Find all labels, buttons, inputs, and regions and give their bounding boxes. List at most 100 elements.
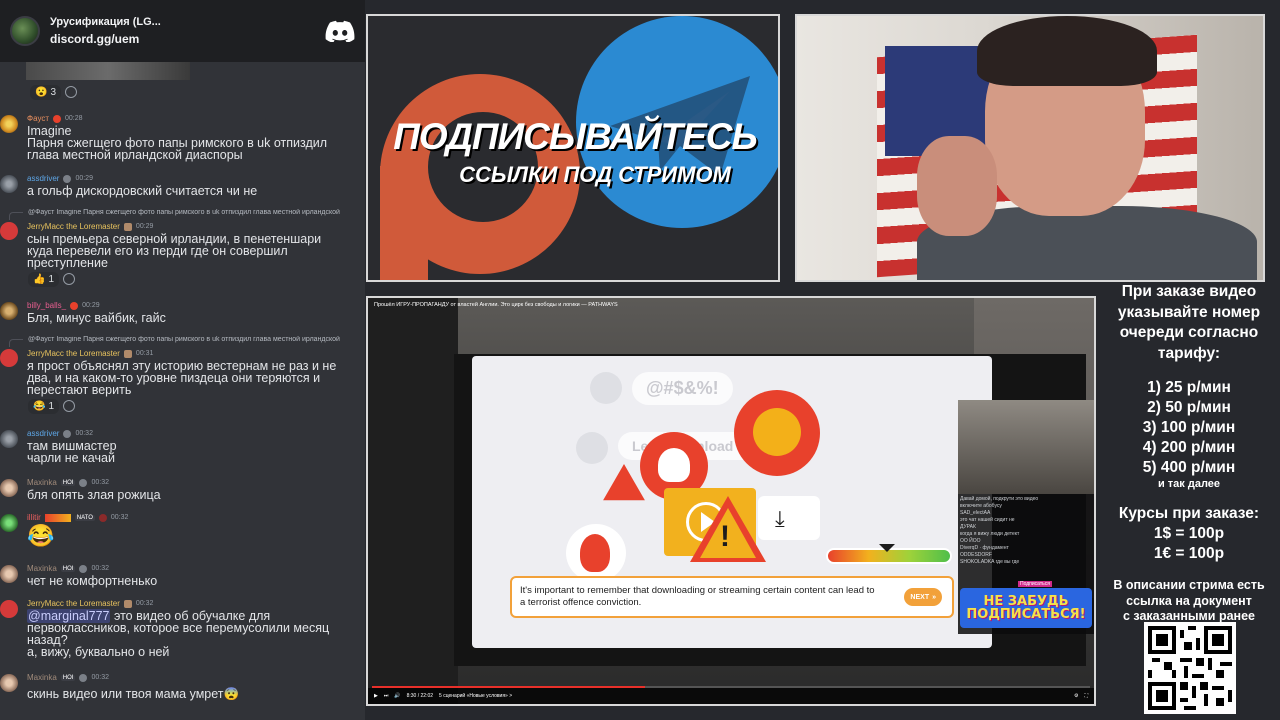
chapter-label[interactable]: 5 сценарий «Новые условия» > xyxy=(439,693,512,699)
reaction-pill[interactable]: 👍 1 xyxy=(28,271,60,287)
user-avatar[interactable] xyxy=(0,600,18,618)
banner-subtitle: ССЫЛКИ ПОД СТРИМОМ xyxy=(459,162,731,187)
message-line: первоклассников, которое все перемусолил… xyxy=(27,621,330,635)
double-arrow-icon: » xyxy=(932,593,936,601)
role-badge-icon xyxy=(123,349,132,358)
download-bubble xyxy=(758,496,820,540)
timestamp: 00:32 xyxy=(110,514,129,521)
username[interactable]: JerryMacc the Loremaster xyxy=(27,599,120,608)
reply-preview[interactable]: @Фауст Imagine Парня сжегщего фото папы … xyxy=(28,336,363,343)
reply-preview[interactable]: @Фауст Imagine Парня сжегщего фото папы … xyxy=(28,209,363,216)
role-badge-icon xyxy=(79,673,88,682)
reaction-emoji: 😮 xyxy=(35,86,48,98)
tariff-etc: и так далее xyxy=(1157,478,1221,490)
reaction-pill[interactable]: 😮 3 xyxy=(30,84,62,100)
video-controls: ▶ ⏭ 🔊 8:30 / 22:02 5 сценарий «Новые усл… xyxy=(368,688,1094,704)
timestamp: 00:29 xyxy=(135,223,154,230)
mini-chat-line: когда я вижу люди детект xyxy=(960,531,1020,537)
role-badge-icon xyxy=(63,429,72,438)
user-avatar[interactable] xyxy=(0,349,18,367)
message-line: скинь видео или твоя мама умрет😨 xyxy=(27,687,240,701)
reaction-row: 😮 3 xyxy=(30,84,78,100)
qr-code[interactable] xyxy=(1144,622,1236,714)
video-player[interactable]: Прошёл ИГРУ-ПРОПАГАНДУ от властей Англии… xyxy=(366,296,1096,706)
streamer-hand xyxy=(917,136,997,236)
tariff-item: 3) 100 р/мин xyxy=(1142,419,1236,436)
role-badge-icon xyxy=(79,564,88,573)
skull-icon xyxy=(658,448,690,482)
tariff-item: 2) 50 р/мин xyxy=(1147,399,1231,416)
timestamp: 00:31 xyxy=(135,350,154,357)
server-invite-link[interactable]: discord.gg/uem xyxy=(50,32,325,46)
tariff-item: 1) 25 р/мин xyxy=(1147,379,1231,396)
role-badge-icon xyxy=(123,222,132,231)
mini-chat-line: включите абобусу xyxy=(960,503,1002,509)
add-reaction-icon[interactable] xyxy=(63,400,76,412)
play-pause-icon[interactable]: ▶ xyxy=(374,693,378,699)
exclamation-mark: ! xyxy=(720,520,730,553)
reaction-pill[interactable]: 😂 1 xyxy=(28,398,60,414)
user-avatar[interactable] xyxy=(0,430,18,448)
username[interactable]: assdriver xyxy=(27,174,59,183)
username[interactable]: Maxinka xyxy=(27,564,57,573)
timestamp: 00:32 xyxy=(75,430,93,437)
role-badge-icon xyxy=(79,478,88,487)
user-avatar[interactable] xyxy=(0,565,18,583)
video-title[interactable]: Прошёл ИГРУ-ПРОПАГАНДУ от властей Англии… xyxy=(374,302,618,308)
server-avatar xyxy=(10,16,40,46)
role-badge-icon xyxy=(53,114,62,123)
next-button[interactable]: NEXT » xyxy=(904,588,942,606)
fullscreen-icon[interactable]: ⛶ xyxy=(1084,693,1088,699)
order-instructions: При заказе видео указывайте номер очеред… xyxy=(1098,282,1280,364)
role-gradient-badge xyxy=(44,513,71,522)
username[interactable]: Maxinka xyxy=(27,478,57,487)
message-line: чарли не качай xyxy=(27,451,115,465)
user-avatar[interactable] xyxy=(0,674,18,692)
role-tag: HOI xyxy=(60,479,76,486)
reaction-count: 1 xyxy=(48,400,55,412)
reaction-count: 3 xyxy=(50,86,57,98)
video-time: 8:30 / 22:02 xyxy=(406,693,434,699)
next-video-icon[interactable]: ⏭ xyxy=(384,693,389,699)
download-icon: ⤓ xyxy=(775,506,785,531)
role-badge-icon xyxy=(98,513,107,522)
user-avatar[interactable] xyxy=(0,479,18,497)
volume-icon[interactable]: 🔊 xyxy=(394,693,400,699)
reaction-emoji: 👍 xyxy=(33,273,46,285)
add-reaction-icon[interactable] xyxy=(63,273,76,285)
stream-layout: Урусификация (LG... discord.gg/uem 😮 3 Ф… xyxy=(0,0,1280,720)
username[interactable]: Maxinka xyxy=(27,673,57,682)
warning-icon xyxy=(603,464,645,501)
discord-server-header[interactable]: Урусификация (LG... discord.gg/uem xyxy=(0,0,365,62)
subscribe-promo: НЕ ЗАБУДЬ ПОДПИСАТЬСЯ! xyxy=(960,588,1092,628)
timestamp: 00:32 xyxy=(91,674,109,681)
user-avatar[interactable] xyxy=(0,302,18,320)
course-rate: 1$ = 100р xyxy=(1153,525,1225,542)
reaction-emoji: 😂 xyxy=(33,400,46,412)
username[interactable]: assdriver xyxy=(27,429,59,438)
user-avatar[interactable] xyxy=(0,115,18,133)
angry-face-icon xyxy=(753,408,801,456)
user-avatar[interactable] xyxy=(0,175,18,193)
mini-chat-line: Давай домой, подкрути это видео xyxy=(960,496,1039,502)
username[interactable]: billy_balls_ xyxy=(27,301,66,310)
username[interactable]: Фауст xyxy=(27,114,49,123)
video-building-left xyxy=(368,298,458,704)
comment-chip: @#$&%! xyxy=(632,372,733,405)
role-badge-icon xyxy=(63,174,72,183)
timestamp: 00:29 xyxy=(75,175,93,182)
embedded-streamer-cam xyxy=(958,400,1094,494)
username[interactable]: illitir xyxy=(27,513,41,522)
mini-chat-line: DiverqD · фундамент xyxy=(960,545,1009,551)
username[interactable]: JerryMacc the Loremaster xyxy=(27,349,120,358)
message-line: перестают верить xyxy=(27,383,132,397)
mini-chat-line: ODDESDORF xyxy=(960,552,992,558)
user-avatar[interactable] xyxy=(0,222,18,240)
message-line: преступление xyxy=(27,256,108,270)
username[interactable]: JerryMacc the Loremaster xyxy=(27,222,120,231)
settings-gear-icon[interactable]: ⚙ xyxy=(1074,693,1078,699)
add-reaction-icon[interactable] xyxy=(65,86,78,98)
risk-meter-pointer xyxy=(879,544,895,552)
order-line: очереди согласно xyxy=(1119,324,1259,341)
user-avatar[interactable] xyxy=(0,514,18,532)
